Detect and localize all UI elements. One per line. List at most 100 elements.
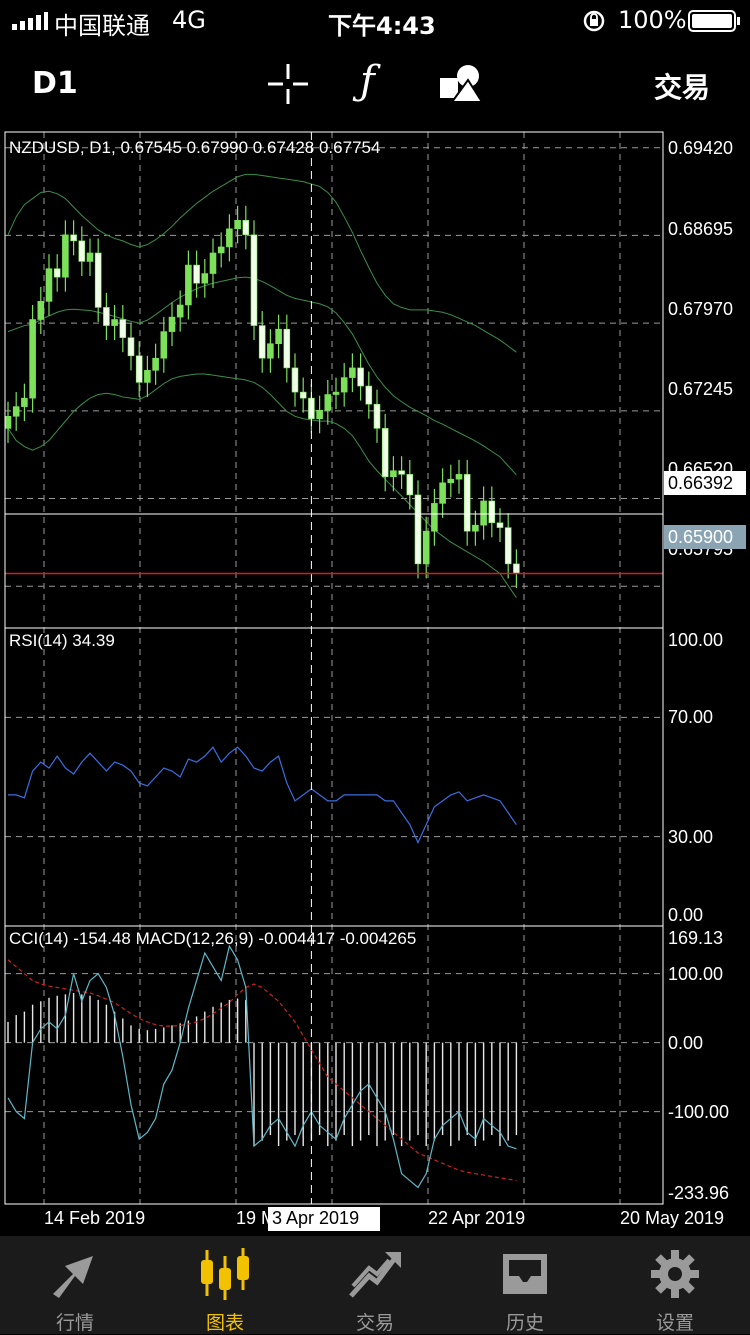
rsi-axis-label: 100.00 [668,630,723,650]
battery-icon [688,10,740,32]
candle-body [447,478,455,484]
gear-icon [651,1250,699,1298]
main-panel-frame [4,131,664,629]
clock: 下午4:43 [328,12,436,40]
candle-body [242,220,250,236]
tab-trade[interactable]: 交易 [300,1236,450,1334]
candle-body [185,264,192,306]
grid-lines [5,132,663,1204]
candle-body [431,503,438,532]
candle-body [78,240,86,262]
candle-body [160,331,168,359]
indicators-icon[interactable]: ƒ [360,58,375,104]
candle-body [299,391,307,399]
quotes-icon [53,1256,93,1298]
trade-button[interactable]: 交易 [654,66,710,106]
date-label: 14 Feb 2019 [44,1208,145,1228]
chart-icon [201,1248,249,1300]
candle-body [94,252,102,308]
candle-body [373,403,381,429]
carrier-name: 中国联通 [54,12,150,40]
trade-icon [349,1252,401,1298]
history-icon [503,1254,547,1294]
candle-body [201,273,209,284]
chart-toolbar: D1 ƒ 交易 [0,42,750,128]
price-label: 0.67245 [668,379,733,399]
date-label: 20 May 2019 [620,1208,724,1228]
candle-body [504,527,512,565]
candle-body [455,474,463,480]
bid-price: 0.65900 [668,527,733,547]
cci-axis-label: -233.96 [668,1183,729,1203]
candle-body [291,367,299,393]
candle-body [21,397,28,407]
candle-body [217,246,225,254]
rsi-axis-label: 0.00 [668,905,703,925]
chart-area[interactable]: NZDUSD, D1, 0.67545 0.67990 0.67428 0.67… [0,128,750,1236]
candle-body [422,530,430,565]
candle-body [258,325,266,359]
bollinger-bb_middle [7,276,517,476]
candle-body [488,500,496,524]
rsi-panel-frame [4,627,664,927]
candle-body [193,264,200,284]
rsi-axis-label: 70.00 [668,707,713,727]
candle-body [275,328,282,345]
tab-quotes[interactable]: 行情 [0,1236,150,1334]
cci-panel-header: CCI(14) -154.48 MACD(12,26,9) -0.004417 … [9,929,416,948]
candle-body [111,319,118,326]
status-bar: 中国联通 4G 下午4:43 100% [0,0,750,42]
candle-body [250,234,258,326]
macd-histogram [7,959,518,1182]
candle-body [70,234,77,242]
rotation-lock-icon [583,10,605,32]
candle-body [439,482,446,504]
tab-settings[interactable]: 设置 [600,1236,750,1334]
candle-body [357,367,364,387]
candle-body [152,357,159,371]
cci-axis-label: -100.00 [668,1102,729,1122]
bollinger-bands [7,173,517,599]
signal-icon [12,12,48,30]
candle-body [267,343,274,359]
candle-body [226,228,233,248]
timeframe-button[interactable]: D1 [32,66,78,101]
network-type: 4G [172,6,206,34]
candle-body [53,268,61,278]
candle-body [324,394,332,411]
candle-body [119,319,127,338]
candle-body [29,319,36,399]
main-panel-header: NZDUSD, D1, 0.67545 0.67990 0.67428 0.67… [9,138,380,157]
candle-body [4,415,12,429]
cci-panel-frame [4,925,664,1205]
rsi-series-line [8,746,517,844]
candle-body [340,377,348,393]
rsi-axis-label: 30.00 [668,827,713,847]
crosshair-icon[interactable] [266,62,310,106]
candle-body [480,500,487,526]
chart-overlays [5,132,663,1204]
candle-body [209,252,217,274]
objects-icon[interactable] [438,62,484,106]
candle-body [86,252,94,262]
tab-chart[interactable]: 图表 [150,1236,300,1334]
candle-body [62,234,69,278]
date-label: 22 Apr 2019 [428,1208,525,1228]
candle-body [176,304,184,318]
candle-body [103,307,110,326]
candle-body [135,355,143,383]
candlesticks [4,205,520,589]
rsi-panel-header: RSI(14) 34.39 [9,631,115,650]
tab-history[interactable]: 历史 [450,1236,600,1334]
battery-percent: 100% [618,6,687,34]
candle-body [144,370,151,383]
candle-body [12,406,20,417]
candle-body [414,494,422,565]
price-label: 0.69420 [668,138,733,158]
candle-body [316,409,323,420]
cci-axis-label: 169.13 [668,928,723,948]
candle-body [37,301,45,320]
price-label: 0.68695 [668,219,733,239]
candle-body [463,474,471,532]
cci-axis-label: 100.00 [668,964,723,984]
